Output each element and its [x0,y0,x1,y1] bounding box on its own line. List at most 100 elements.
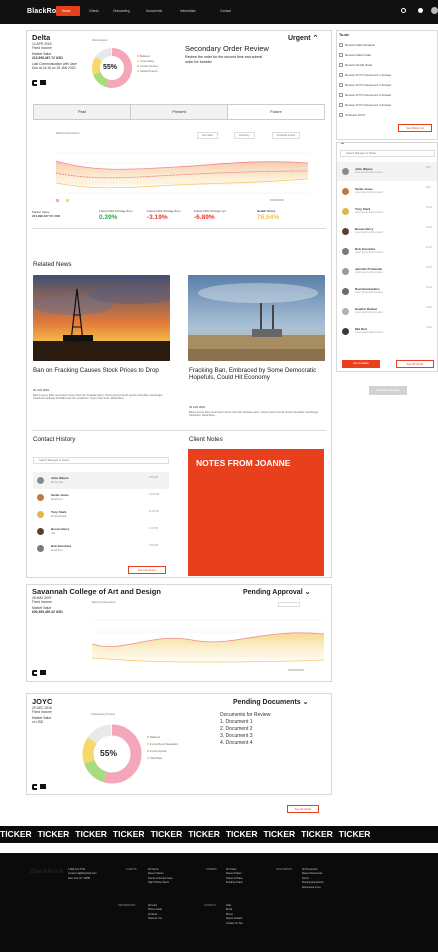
document-link[interactable]: 2. Document 2 [220,726,272,733]
avatar[interactable] [431,7,438,14]
todo-item[interactable]: Review JOYC Document 4 Answer [339,103,438,111]
client-name[interactable]: Savannah College of Art and Design [32,587,161,596]
avatar [37,528,44,535]
list-item[interactable]: Sarah Jones Email Sent 10:30 AM [33,489,169,506]
chevron-up-icon[interactable]: ⌃ [313,35,319,42]
manager-row[interactable]: Sarah Jones Lorem ipsum dolor sit amet 9:4… [338,184,436,202]
phone-icon[interactable] [32,80,37,86]
mail-icon[interactable] [40,80,46,85]
todo-item[interactable]: Review JOYC Document 1 Answer [339,73,438,81]
footer-heading-documents: DOCUMENTS [276,868,293,871]
list-item[interactable]: Bob Sunshine Email Sent 3:00 PM [33,540,169,557]
manager-row[interactable]: Bob Sunshine Lorem ipsum dolor sit amet 11… [338,244,436,262]
manager-sub: Lorem ipsum dolor sit amet [355,292,383,294]
ticker-item: TICKER [263,829,296,839]
manager-row[interactable]: Noel Bomberkins Lorem ipsum dolor sit ame… [338,284,436,302]
pending-approval-status[interactable]: Pending Approval ⌄ [243,588,310,596]
todo-item[interactable]: Review JOYC Document 2 Answer [339,83,438,91]
checkbox[interactable] [339,73,343,78]
avatar [342,188,349,195]
news-title-1[interactable]: Ban on Fracking Causes Stock Prices to D… [33,367,168,374]
see-available-button[interactable]: See Available [342,360,380,368]
footer-links-documents: All Documents Recent Documents Forms Pendin… [302,868,324,889]
phone-icon[interactable] [32,670,37,676]
manager-sub: Lorem ipsum dolor sit amet [355,192,383,194]
chevron-up-icon[interactable]: ⌃ [340,142,345,149]
client-notes-panel[interactable] [188,449,324,576]
donut-legend: Balanced Conservative Growth Oriented Ca… [137,54,158,74]
nav-link-home[interactable]: Home [62,9,71,13]
todo-item[interactable]: Review Delta Situation [339,43,438,51]
checkbox[interactable] [339,113,343,118]
metric-label-nav-3: Future NAV Change 1yr [194,209,226,213]
tab-present[interactable]: Present [131,105,228,119]
mail-icon[interactable] [40,784,46,789]
load-more-managers-button[interactable]: Load More Managers [369,386,407,395]
nav-link-contact[interactable]: Contact [220,9,231,13]
news-image-fracking-sunset[interactable] [33,275,170,361]
todo-item[interactable]: Review Delta Order [339,53,438,61]
list-item[interactable]: Tony Stark Email Manager 11:00 AM [33,506,169,523]
mail-icon[interactable] [40,670,46,675]
manager-row[interactable]: Bessie Berry Lorem ipsum dolor sit amet 10… [338,224,436,242]
list-item[interactable]: Bessie Berry Call 1:00 PM [33,523,169,540]
checkbox[interactable] [339,93,343,98]
document-link[interactable]: 1. Document 1 [220,719,272,726]
urgent-status[interactable]: Urgent ⌃ [288,34,318,42]
manager-row[interactable]: John Wayne Lorem ipsum dolor sit amet 9:30 [338,164,436,182]
chart-filter[interactable] [278,602,300,607]
checkbox[interactable] [339,53,343,58]
tab-future[interactable]: Future [228,105,324,119]
manager-sub: Lorem ipsum dolor sit amet [355,272,383,274]
see-full-history-button[interactable]: See Full History [128,566,166,574]
manager-row[interactable]: Heather Rainier Lorem ipsum dolor sit ame… [338,304,436,322]
avatar [37,511,44,518]
gear-icon[interactable] [418,8,423,13]
news-title-2[interactable]: Fracking Ban, Embraced by Some Democrati… [189,367,319,382]
client-name[interactable]: Delta [32,33,50,42]
search-icon[interactable] [401,8,406,13]
phone-icon[interactable] [32,784,37,790]
manager-row[interactable]: Mat Bret Lorem ipsum dolor sit amet 14:00 [338,324,436,342]
checkbox[interactable] [339,103,343,108]
document-link[interactable]: 3. Document 3 [220,733,272,740]
filter-sort[interactable]: Sort data [197,132,218,139]
list-item[interactable]: John Wayne Phone Call 9:30 AM [33,472,169,489]
nav-link-onboarding[interactable]: Onboarding [113,9,130,13]
filter-currency[interactable]: Currency [234,132,255,139]
todo-title: To-do [339,33,349,37]
manager-sub: Lorem ipsum dolor sit amet [355,332,383,334]
news-date-2: 30 JAN 2020 [189,405,206,409]
client-name[interactable]: JOYC [32,697,52,706]
pending-documents-status[interactable]: Pending Documents ⌄ [233,698,309,706]
chevron-down-icon[interactable]: ⌄ [305,589,311,596]
manager-sub: Lorem ipsum dolor sit amet [355,212,383,214]
chevron-down-icon[interactable]: ⌄ [303,699,309,706]
ticker-item: TICKER [75,829,107,839]
see-all-clients-sidebar-button[interactable]: See All Clients [396,360,434,368]
nav-link-documents[interactable]: Documents [146,9,162,13]
filter-forecast[interactable]: Forecast period [272,132,301,139]
donut-percentage: 55% [103,64,118,71]
manager-row[interactable]: Jennifer Probanski Lorem ipsum dolor sit … [338,264,436,282]
footer-logo[interactable]: BlackRock [30,868,63,875]
news-image-fracking-towers[interactable] [188,275,325,361]
contact-history-title: Contact History [33,436,76,443]
footer-heading-clients: CLIENTS [126,868,137,871]
see-all-clients-button[interactable]: See All Clients [287,805,319,813]
checkbox[interactable] [339,43,343,48]
checkbox[interactable] [339,83,343,88]
manager-row[interactable]: Tony Stark Lorem ipsum dolor sit amet 10:0… [338,204,436,222]
todo-item[interactable]: Review SCAD Order [339,63,438,71]
see-whole-list-button[interactable]: See Whole List [398,124,432,132]
todo-item[interactable]: Review JOYC Document 3 Answer [339,93,438,101]
donut-caption: Outstanding Process [91,713,116,716]
tab-past[interactable]: Past [34,105,131,119]
checkbox[interactable] [339,63,343,68]
todo-item[interactable]: Onboard JOYC [339,113,438,121]
nav-link-information[interactable]: Information [180,9,196,13]
metric-label-nav-2: Future NAV Change 6mo [147,209,181,213]
manager-name: Mat Bret [355,327,368,331]
document-link[interactable]: 4. Document 4 [220,740,272,747]
nav-link-clients[interactable]: Clients [89,9,99,13]
